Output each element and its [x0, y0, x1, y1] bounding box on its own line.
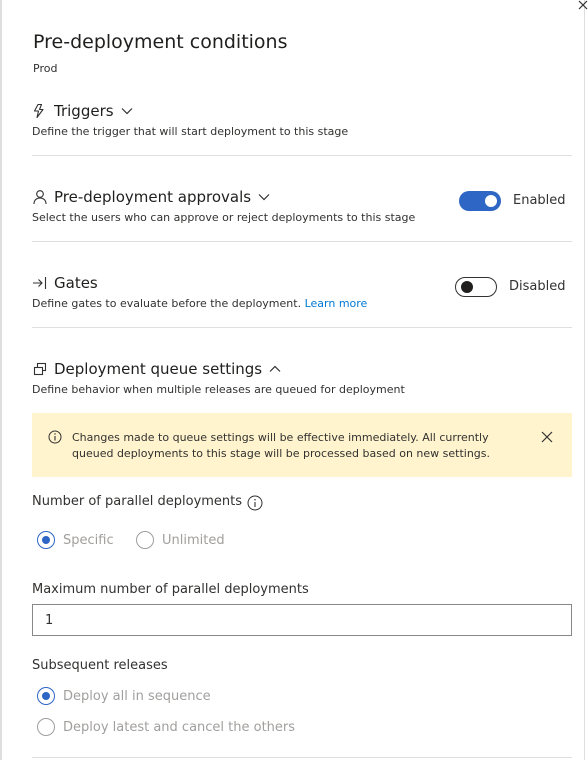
radio-label: Unlimited: [162, 532, 225, 548]
gate-enter-icon: [33, 277, 47, 289]
queue-label: Deployment queue settings: [54, 360, 263, 378]
toggle-knob: [461, 280, 473, 293]
radio-deploy-all[interactable]: Deploy all in sequence: [37, 687, 211, 705]
queue-icon: [33, 362, 47, 376]
close-icon[interactable]: [576, 0, 588, 14]
panel-left-border: [0, 0, 2, 760]
banner-message: Changes made to queue settings will be e…: [72, 431, 491, 460]
radio-button[interactable]: [37, 718, 55, 736]
queue-warning-banner: Changes made to queue settings will be e…: [32, 413, 572, 477]
person-icon: [33, 190, 47, 205]
chevron-down-icon: [121, 108, 132, 115]
gates-description-text: Define gates to evaluate before the depl…: [32, 297, 302, 310]
radio-button[interactable]: [37, 531, 55, 549]
radio-button[interactable]: [37, 687, 55, 705]
gates-section-header[interactable]: Gates: [32, 273, 98, 293]
queue-description: Define behavior when multiple releases a…: [32, 383, 405, 396]
stage-name: Prod: [33, 62, 58, 75]
approvals-description: Select the users who can approve or reje…: [32, 211, 416, 224]
radio-label: Specific: [63, 532, 114, 548]
radio-button[interactable]: [136, 531, 154, 549]
subsequent-releases-label: Subsequent releases: [32, 658, 168, 673]
triggers-section-header[interactable]: Triggers: [32, 101, 133, 121]
gates-toggle[interactable]: [455, 277, 497, 297]
max-parallel-label: Maximum number of parallel deployments: [32, 582, 309, 597]
approvals-toggle-label: Enabled: [513, 193, 566, 208]
parallel-deployments-label: Number of parallel deployments: [32, 494, 243, 509]
radio-deploy-latest[interactable]: Deploy latest and cancel the others: [37, 718, 295, 736]
close-icon[interactable]: [540, 430, 554, 444]
learn-more-link[interactable]: Learn more: [305, 297, 368, 310]
section-divider: [32, 327, 572, 328]
triggers-description: Define the trigger that will start deplo…: [32, 125, 349, 138]
chevron-up-icon: [269, 365, 281, 372]
toggle-knob: [485, 195, 497, 207]
section-divider: [32, 757, 572, 758]
radio-label: Deploy all in sequence: [63, 688, 211, 704]
gates-label: Gates: [54, 274, 98, 292]
section-divider: [32, 155, 572, 156]
gates-description: Define gates to evaluate before the depl…: [32, 297, 367, 310]
chevron-down-icon: [258, 194, 270, 201]
panel-title: Pre-deployment conditions: [33, 31, 288, 53]
queue-section-header[interactable]: Deployment queue settings: [32, 359, 281, 379]
radio-label: Deploy latest and cancel the others: [63, 719, 296, 735]
section-divider: [32, 241, 572, 242]
panel-right-border: [584, 0, 585, 760]
radio-specific[interactable]: Specific: [37, 531, 114, 549]
radio-unlimited[interactable]: Unlimited: [136, 531, 225, 549]
gates-toggle-label: Disabled: [509, 279, 566, 294]
info-icon[interactable]: [247, 495, 263, 511]
approvals-label: Pre-deployment approvals: [54, 188, 252, 206]
max-parallel-input[interactable]: [32, 604, 572, 636]
approvals-section-header[interactable]: Pre-deployment approvals: [32, 187, 270, 207]
triggers-label: Triggers: [54, 102, 114, 120]
info-icon: [48, 430, 62, 444]
approvals-toggle[interactable]: [459, 191, 501, 211]
lightning-icon: [33, 103, 44, 119]
